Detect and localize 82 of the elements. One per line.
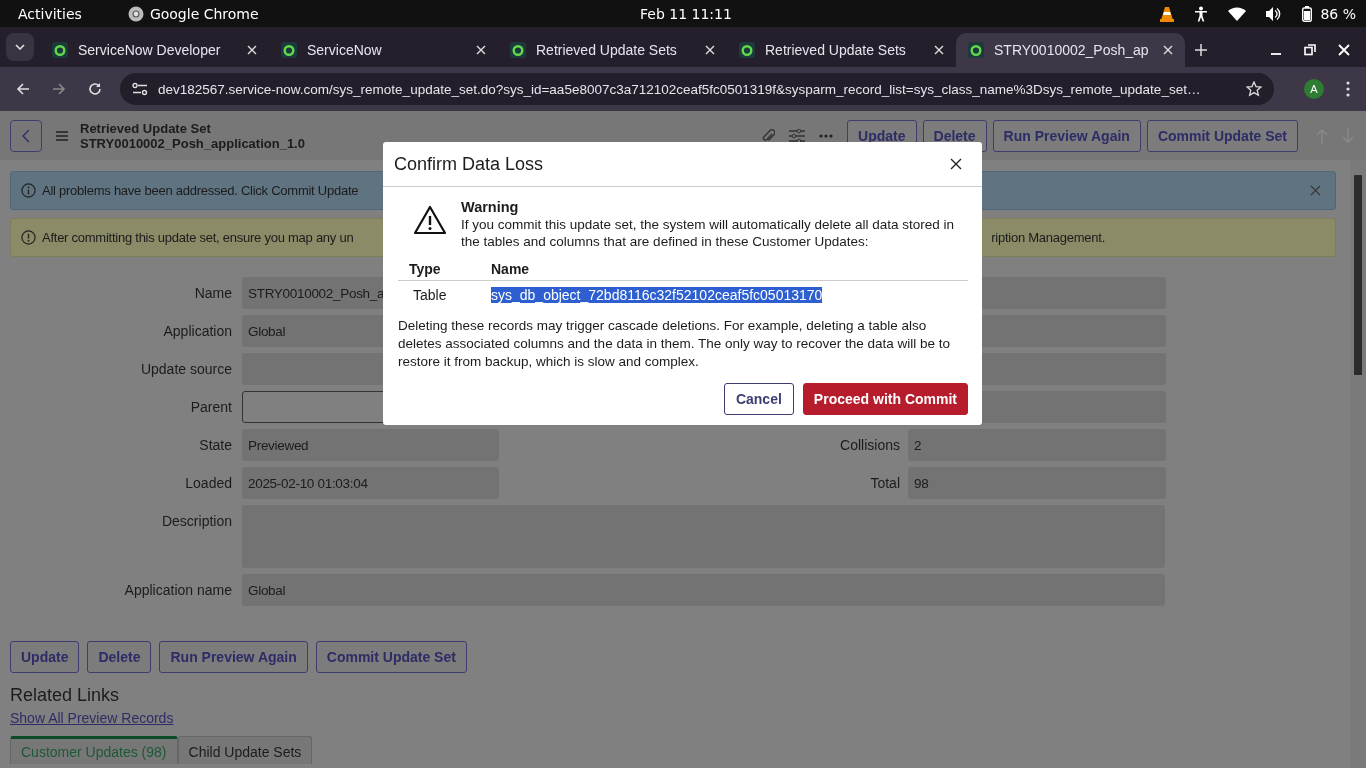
record-name: STRY0010002_Posh_application_1.0 [80, 135, 305, 151]
favicon-icon [739, 42, 755, 58]
close-tab-icon[interactable] [476, 45, 486, 55]
close-tab-icon[interactable] [934, 45, 944, 55]
accessibility-icon[interactable] [1194, 5, 1209, 22]
battery-icon[interactable] [1302, 5, 1313, 22]
tab-list-button[interactable] [6, 33, 34, 61]
browser-tab[interactable]: Retrieved Update Sets [498, 33, 727, 67]
related-link[interactable]: Show All Preview Records [10, 710, 174, 726]
bookmark-star-icon[interactable] [1246, 81, 1262, 97]
cancel-button[interactable]: Cancel [723, 383, 794, 415]
paperclip-icon[interactable] [761, 127, 776, 144]
read-only-field: Previewed [242, 429, 499, 461]
read-only-field: 2 [908, 429, 1166, 461]
site-settings-icon[interactable] [132, 82, 148, 96]
form-button[interactable]: Delete [87, 641, 152, 673]
chrome-icon [127, 5, 144, 22]
favicon-icon [510, 42, 526, 58]
table-cell: Table [413, 287, 447, 303]
browser-tab[interactable]: ServiceNow Developer [40, 33, 269, 67]
activities-button[interactable]: Activities [18, 5, 82, 22]
form-button[interactable]: Run Preview Again [992, 119, 1141, 152]
close-tab-icon[interactable] [1163, 45, 1173, 55]
browser-tab[interactable]: ServiceNow [269, 33, 498, 67]
proceed-button[interactable]: Proceed with Commit [802, 383, 968, 415]
column-header: Type [409, 261, 441, 277]
field-label: Total [870, 475, 900, 491]
more-options-icon[interactable] [819, 133, 834, 138]
field-label: Description [160, 512, 233, 531]
dialog-title: Confirm Data Loss [394, 153, 544, 175]
scrollbar[interactable] [1350, 160, 1366, 768]
menu-icon[interactable] [1346, 81, 1350, 97]
field-label: Application name [123, 581, 233, 600]
read-only-field: 2025-02-10 01:03:04 [242, 467, 499, 499]
read-only-field: 98 [908, 467, 1166, 499]
close-tab-icon[interactable] [247, 45, 257, 55]
clock[interactable]: Feb 11 11:11 [640, 5, 732, 22]
wifi-icon[interactable] [1228, 6, 1247, 21]
warning-icon [413, 205, 447, 235]
alert-text: After committing this update set, ensure you map any un [42, 230, 354, 245]
field-label: Update source [139, 360, 233, 379]
chevron-down-icon [15, 44, 25, 50]
browser-tab[interactable]: Retrieved Update Sets [727, 33, 956, 67]
warning-text: If you commit this update set, the system will automatically delete all data stored in the tables and columns that are defined in these Customer Updates: [461, 216, 955, 250]
favicon-icon [281, 42, 297, 58]
reload-icon[interactable] [88, 82, 102, 96]
chevron-left-icon [22, 128, 30, 143]
field-label: Collisions [840, 437, 900, 453]
restore-icon[interactable] [1304, 44, 1316, 56]
volume-icon[interactable] [1266, 6, 1283, 21]
section-heading: Related Links [10, 685, 121, 706]
sliders-icon[interactable] [789, 128, 806, 143]
read-only-field: Global [242, 574, 1165, 606]
back-icon[interactable] [16, 82, 30, 96]
alert-text: All problems have been addressed. Click Commit Update [42, 183, 359, 198]
alert-text: ription Management. [991, 230, 1105, 245]
field-label: State [198, 436, 233, 455]
field-label: Application [162, 322, 233, 341]
form-button[interactable]: Run Preview Again [159, 641, 308, 673]
traffic-cone-icon[interactable] [1160, 5, 1175, 22]
warning-title: Warning [461, 199, 520, 216]
forward-icon[interactable] [52, 82, 66, 96]
form-button[interactable]: Commit Update Set [315, 641, 467, 673]
battery-level[interactable]: 86 % [1320, 5, 1356, 22]
field-label: Name [193, 284, 233, 303]
favicon-icon [52, 42, 68, 58]
profile-avatar[interactable]: A [1304, 79, 1324, 99]
form-button[interactable]: Commit Update Set [1146, 119, 1298, 152]
table-cell: sys_db_object_72bd8116c32f52102ceaf5fc05013170 [491, 287, 823, 303]
app-name: Google Chrome [149, 5, 259, 22]
form-title: Retrieved Update Set [80, 120, 212, 136]
form-button[interactable]: Update [10, 641, 80, 673]
new-tab-icon[interactable] [1195, 44, 1207, 56]
favicon-icon [968, 42, 984, 58]
browser-tab[interactable]: STRY0010002_Posh_ap [956, 33, 1185, 67]
column-header: Name [491, 261, 530, 277]
address-bar[interactable]: dev182567.service-now.com/sys_remote_update_set.do?sys_id=aa5e8007c3a712102ceaf5fc0501319f&sysparm_record_list=sys_class_name%3Dsys_remote_update_set… [120, 73, 1274, 105]
field-label: Parent [189, 398, 233, 417]
close-tab-icon[interactable] [705, 45, 715, 55]
close-icon[interactable] [950, 158, 962, 170]
related-list-tab[interactable]: Child Update Sets [177, 736, 313, 764]
field-label: Loaded [184, 474, 233, 493]
